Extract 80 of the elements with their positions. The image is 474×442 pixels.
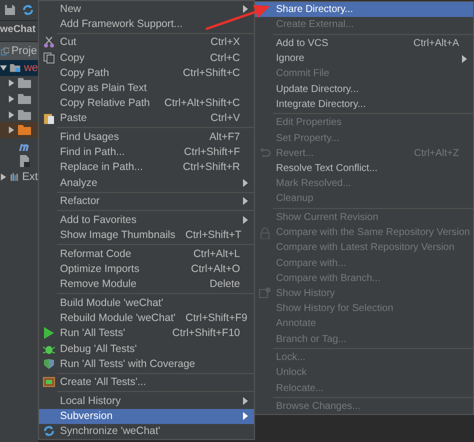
tree-label: Ext [22,170,38,183]
shortcut-label: Ctrl+Shift+T [185,229,242,242]
folder-icon [18,92,32,105]
shortcut-label: Ctrl+Alt+O [190,263,240,276]
menu-item[interactable]: Find in Path... Ctrl+Shift+F [39,144,254,160]
test-icon [43,376,55,388]
library-icon [10,170,20,183]
shortcut-label: Alt+F7 [209,131,240,144]
menu-item[interactable]: Replace in Path... Ctrl+Shift+R [39,160,254,176]
menu-item[interactable]: Resolve Text Conflict... [255,160,473,176]
menu-item[interactable]: Cut Ctrl+X [39,34,254,50]
project-icon [1,46,10,56]
folder-icon [18,124,32,136]
copy-icon [43,52,55,64]
menu-item[interactable]: Synchronize 'weChat' [39,424,254,440]
collapse-arrow-icon[interactable] [8,126,15,134]
menu-item[interactable]: Optimize Imports Ctrl+Alt+O [39,262,254,277]
menu-item[interactable]: Analyze [39,175,254,190]
shortcut-label: Ctrl+V [210,112,240,124]
menu-item[interactable]: Find Usages Alt+F7 [39,130,254,145]
collapse-arrow-icon[interactable] [8,94,15,103]
menu-item[interactable]: New [39,1,254,16]
shortcut-label: Ctrl+Shift+F [184,146,240,158]
clipboard-icon [43,112,55,124]
shortcut-label: Ctrl+Shift+R [182,161,240,174]
sync-icon[interactable] [22,4,34,16]
save-icon[interactable] [4,4,16,16]
undo-icon [259,147,271,160]
shortcut-label: Ctrl+Alt+L [193,248,240,260]
menu-item[interactable]: Add Framework Support... [39,16,254,32]
menu-item[interactable]: Copy Ctrl+C [39,50,254,66]
menu-item[interactable]: Build Module 'weChat' [39,295,254,311]
play-icon [43,327,55,340]
menu-item[interactable]: Local History [39,394,254,409]
shortcut-label: Ctrl+Alt+Shift+C [164,97,240,110]
menu-item[interactable]: Ignore [255,51,473,66]
tree-label: we [24,62,38,74]
module-icon [10,62,21,74]
menu-item[interactable]: Subversion [39,408,254,424]
menu-item[interactable]: Debug 'All Tests' [39,340,254,356]
menu-item[interactable]: Add to Favorites [39,212,254,228]
project-name: weChat [0,24,36,37]
shortcut-label: Ctrl+Alt+Z [414,148,459,159]
shortcut-label: Ctrl+Shift+C [182,66,240,79]
scissors-icon [43,36,55,48]
shortcut-label: Ctrl+X [210,36,240,48]
collapse-arrow-icon[interactable] [0,172,7,181]
menu-item[interactable]: Share Directory... [255,2,473,18]
arrow-drawing [206,5,270,30]
menu-item[interactable]: Integrate Directory... [255,96,473,112]
shield-icon [43,358,55,370]
shortcut-label: Ctrl+C [210,52,240,64]
menu-item[interactable]: Create 'All Tests'... [39,374,254,390]
shortcut-label: Ctrl+Shift+F10 [172,327,240,340]
menu-item[interactable]: Reformat Code Ctrl+Alt+L [39,246,254,262]
menu-item[interactable]: Copy Path Ctrl+Shift+C [39,65,254,80]
menu-item[interactable]: Remove Module Delete [39,276,254,292]
history-icon [259,287,271,300]
project-tab[interactable]: Proje [0,42,38,60]
shortcut-label: Ctrl+Alt+A [413,38,459,49]
menu-item[interactable]: Run 'All Tests' with Coverage [39,356,254,372]
file-icon [18,155,32,168]
menu-item[interactable]: Show Image Thumbnails Ctrl+Shift+T [39,228,254,243]
menu-item[interactable]: Refactor [39,194,254,209]
menu-item[interactable]: Update Directory... [255,81,473,97]
menu-item[interactable]: Add to VCS Ctrl+Alt+A [255,36,473,52]
shortcut-label: Delete [210,278,240,290]
menu-item[interactable]: Copy Relative Path Ctrl+Alt+Shift+C [39,96,254,111]
sync-icon[interactable] [43,425,55,438]
expand-arrow-icon[interactable] [0,64,7,72]
menu-item[interactable]: Rebuild Module 'weChat' Ctrl+Shift+F9 [39,310,254,326]
collapse-arrow-icon[interactable] [8,110,15,119]
tree-row[interactable]: we [0,60,38,76]
menu-item[interactable]: Copy as Plain Text [39,80,254,96]
collapse-arrow-icon[interactable] [8,79,15,88]
menu-item[interactable]: Paste Ctrl+V [39,110,254,126]
menu-item[interactable]: Run 'All Tests' Ctrl+Shift+F10 [39,326,254,341]
lock-icon [259,226,271,239]
shortcut-label: Ctrl+Shift+F9 [186,312,248,324]
tree-row[interactable] [0,122,38,138]
